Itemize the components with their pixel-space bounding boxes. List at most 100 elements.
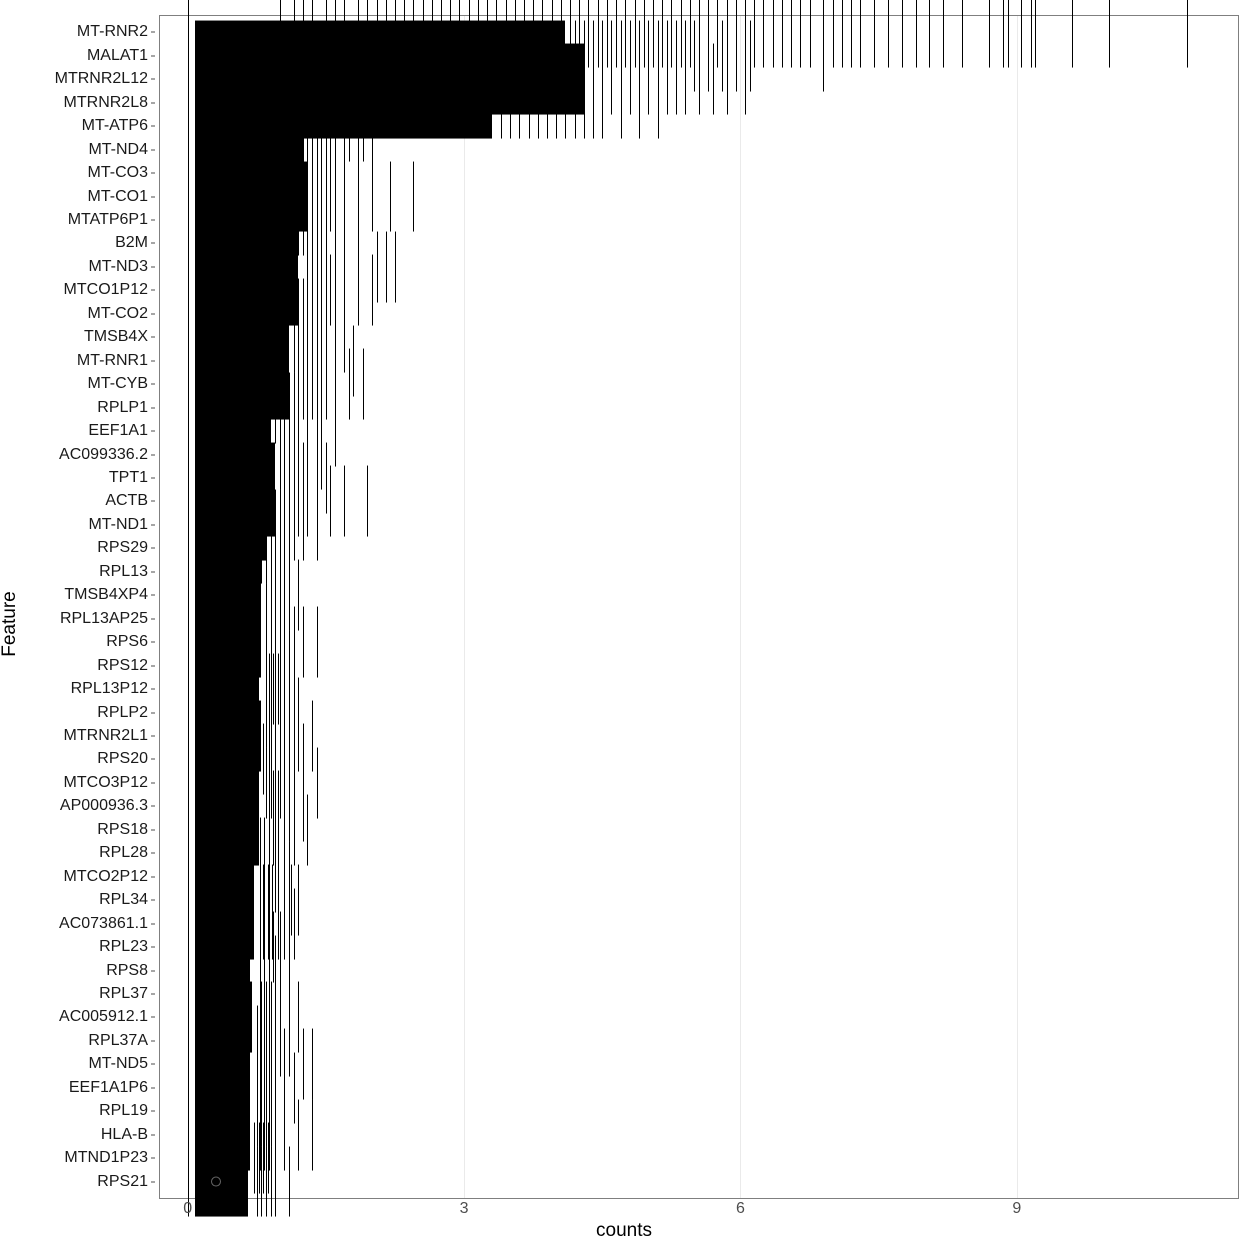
x-tick-label: 6 bbox=[736, 1200, 745, 1218]
y-tick-dash bbox=[151, 313, 155, 314]
y-tick-label: MTRNR2L12 bbox=[55, 70, 148, 88]
y-tick-dash bbox=[151, 829, 155, 830]
y-tick-dash bbox=[151, 149, 155, 150]
plot-area bbox=[160, 16, 1238, 1198]
y-tick-label: RPL37A bbox=[88, 1032, 148, 1050]
y-tick-label: ACTB bbox=[105, 492, 148, 510]
mean-point bbox=[211, 1177, 221, 1187]
y-tick-label: MTCO1P12 bbox=[64, 281, 148, 299]
y-tick-dash bbox=[151, 266, 155, 267]
y-tick-dash bbox=[151, 1111, 155, 1112]
y-tick-dash bbox=[151, 32, 155, 33]
y-tick-dash bbox=[151, 384, 155, 385]
y-tick-dash bbox=[151, 454, 155, 455]
y-tick-label: MT-ND5 bbox=[88, 1055, 148, 1073]
y-tick-dash bbox=[151, 1158, 155, 1159]
y-tick-label: AP000936.3 bbox=[60, 797, 148, 815]
y-tick-label: MT-CO1 bbox=[88, 188, 148, 206]
y-tick-label: MT-ND3 bbox=[88, 258, 148, 276]
x-tick-label: 3 bbox=[460, 1200, 469, 1218]
y-tick-dash bbox=[151, 524, 155, 525]
y-tick-label: RPL23 bbox=[99, 938, 148, 956]
y-tick-label: RPLP2 bbox=[97, 704, 148, 722]
y-tick-dash bbox=[151, 55, 155, 56]
y-tick-label: RPS8 bbox=[106, 962, 148, 980]
y-tick-dash bbox=[151, 337, 155, 338]
y-tick-dash bbox=[151, 243, 155, 244]
y-tick-dash bbox=[151, 947, 155, 948]
y-tick-label: EEF1A1P6 bbox=[69, 1079, 148, 1097]
y-tick-label: MT-RNR2 bbox=[77, 23, 148, 41]
y-tick-label: RPL13AP25 bbox=[60, 610, 148, 628]
y-tick-label: MT-CO2 bbox=[88, 305, 148, 323]
y-tick-label: MTCO2P12 bbox=[64, 868, 148, 886]
y-tick-dash bbox=[151, 548, 155, 549]
y-tick-label: MTRNR2L1 bbox=[64, 727, 148, 745]
y-tick-dash bbox=[151, 759, 155, 760]
y-tick-label: RPL34 bbox=[99, 891, 148, 909]
y-tick-dash bbox=[151, 478, 155, 479]
y-tick-dash bbox=[151, 196, 155, 197]
y-tick-dash bbox=[151, 407, 155, 408]
y-tick-dash bbox=[151, 501, 155, 502]
y-tick-dash bbox=[151, 1040, 155, 1041]
y-tick-dash bbox=[151, 1017, 155, 1018]
y-tick-dash bbox=[151, 360, 155, 361]
y-tick-label: AC099336.2 bbox=[59, 446, 148, 464]
y-tick-dash bbox=[151, 806, 155, 807]
y-tick-label: RPLP1 bbox=[97, 399, 148, 417]
y-tick-label: MT-RNR1 bbox=[77, 352, 148, 370]
y-tick-label: AC005912.1 bbox=[59, 1008, 148, 1026]
y-tick-label: RPL28 bbox=[99, 844, 148, 862]
y-tick-dash bbox=[151, 102, 155, 103]
y-tick-dash bbox=[151, 782, 155, 783]
y-tick-dash bbox=[151, 431, 155, 432]
y-tick-label: RPL13P12 bbox=[71, 680, 148, 698]
y-tick-dash bbox=[151, 79, 155, 80]
y-tick-label: TMSB4XP4 bbox=[64, 586, 148, 604]
y-tick-dash bbox=[151, 712, 155, 713]
y-tick-label: HLA-B bbox=[101, 1126, 148, 1144]
y-tick-dash bbox=[151, 642, 155, 643]
y-tick-dash bbox=[151, 618, 155, 619]
y-tick-dash bbox=[151, 853, 155, 854]
x-axis-label: counts bbox=[596, 1220, 652, 1242]
y-tick-label: MTATP6P1 bbox=[68, 211, 148, 229]
y-tick-dash bbox=[151, 1181, 155, 1182]
y-tick-label: EEF1A1 bbox=[88, 422, 148, 440]
y-axis-ticks: MT-RNR2MALAT1MTRNR2L12MTRNR2L8MT-ATP6MT-… bbox=[0, 16, 155, 1198]
y-tick-label: RPS6 bbox=[106, 633, 148, 651]
y-tick-dash bbox=[151, 126, 155, 127]
y-tick-label: MALAT1 bbox=[87, 47, 148, 65]
y-tick-dash bbox=[151, 665, 155, 666]
y-tick-label: MT-CO3 bbox=[88, 164, 148, 182]
y-tick-label: MT-CYB bbox=[88, 375, 148, 393]
y-tick-label: MT-ND4 bbox=[88, 141, 148, 159]
y-tick-dash bbox=[151, 900, 155, 901]
y-tick-label: RPS12 bbox=[97, 657, 148, 675]
y-tick-label: RPL13 bbox=[99, 563, 148, 581]
y-tick-label: MTND1P23 bbox=[64, 1149, 148, 1167]
y-tick-label: AC073861.1 bbox=[59, 915, 148, 933]
y-tick-dash bbox=[151, 173, 155, 174]
y-tick-label: TMSB4X bbox=[84, 328, 148, 346]
y-tick-label: MTCO3P12 bbox=[64, 774, 148, 792]
y-tick-dash bbox=[151, 595, 155, 596]
y-tick-dash bbox=[151, 1064, 155, 1065]
x-tick-label: 9 bbox=[1012, 1200, 1021, 1218]
y-tick-dash bbox=[151, 923, 155, 924]
y-tick-label: RPS20 bbox=[97, 750, 148, 768]
y-tick-dash bbox=[151, 290, 155, 291]
y-tick-label: RPL37 bbox=[99, 985, 148, 1003]
y-tick-label: TPT1 bbox=[109, 469, 148, 487]
y-tick-label: MTRNR2L8 bbox=[64, 94, 148, 112]
x-tick-label: 0 bbox=[183, 1200, 192, 1218]
y-tick-dash bbox=[151, 735, 155, 736]
y-tick-label: RPS29 bbox=[97, 539, 148, 557]
y-tick-dash bbox=[151, 571, 155, 572]
y-tick-label: RPL19 bbox=[99, 1102, 148, 1120]
y-tick-dash bbox=[151, 970, 155, 971]
chart-container: Feature counts MT-RNR2MALAT1MTRNR2L12MTR… bbox=[0, 0, 1248, 1248]
y-tick-dash bbox=[151, 689, 155, 690]
y-tick-label: MT-ND1 bbox=[88, 516, 148, 534]
